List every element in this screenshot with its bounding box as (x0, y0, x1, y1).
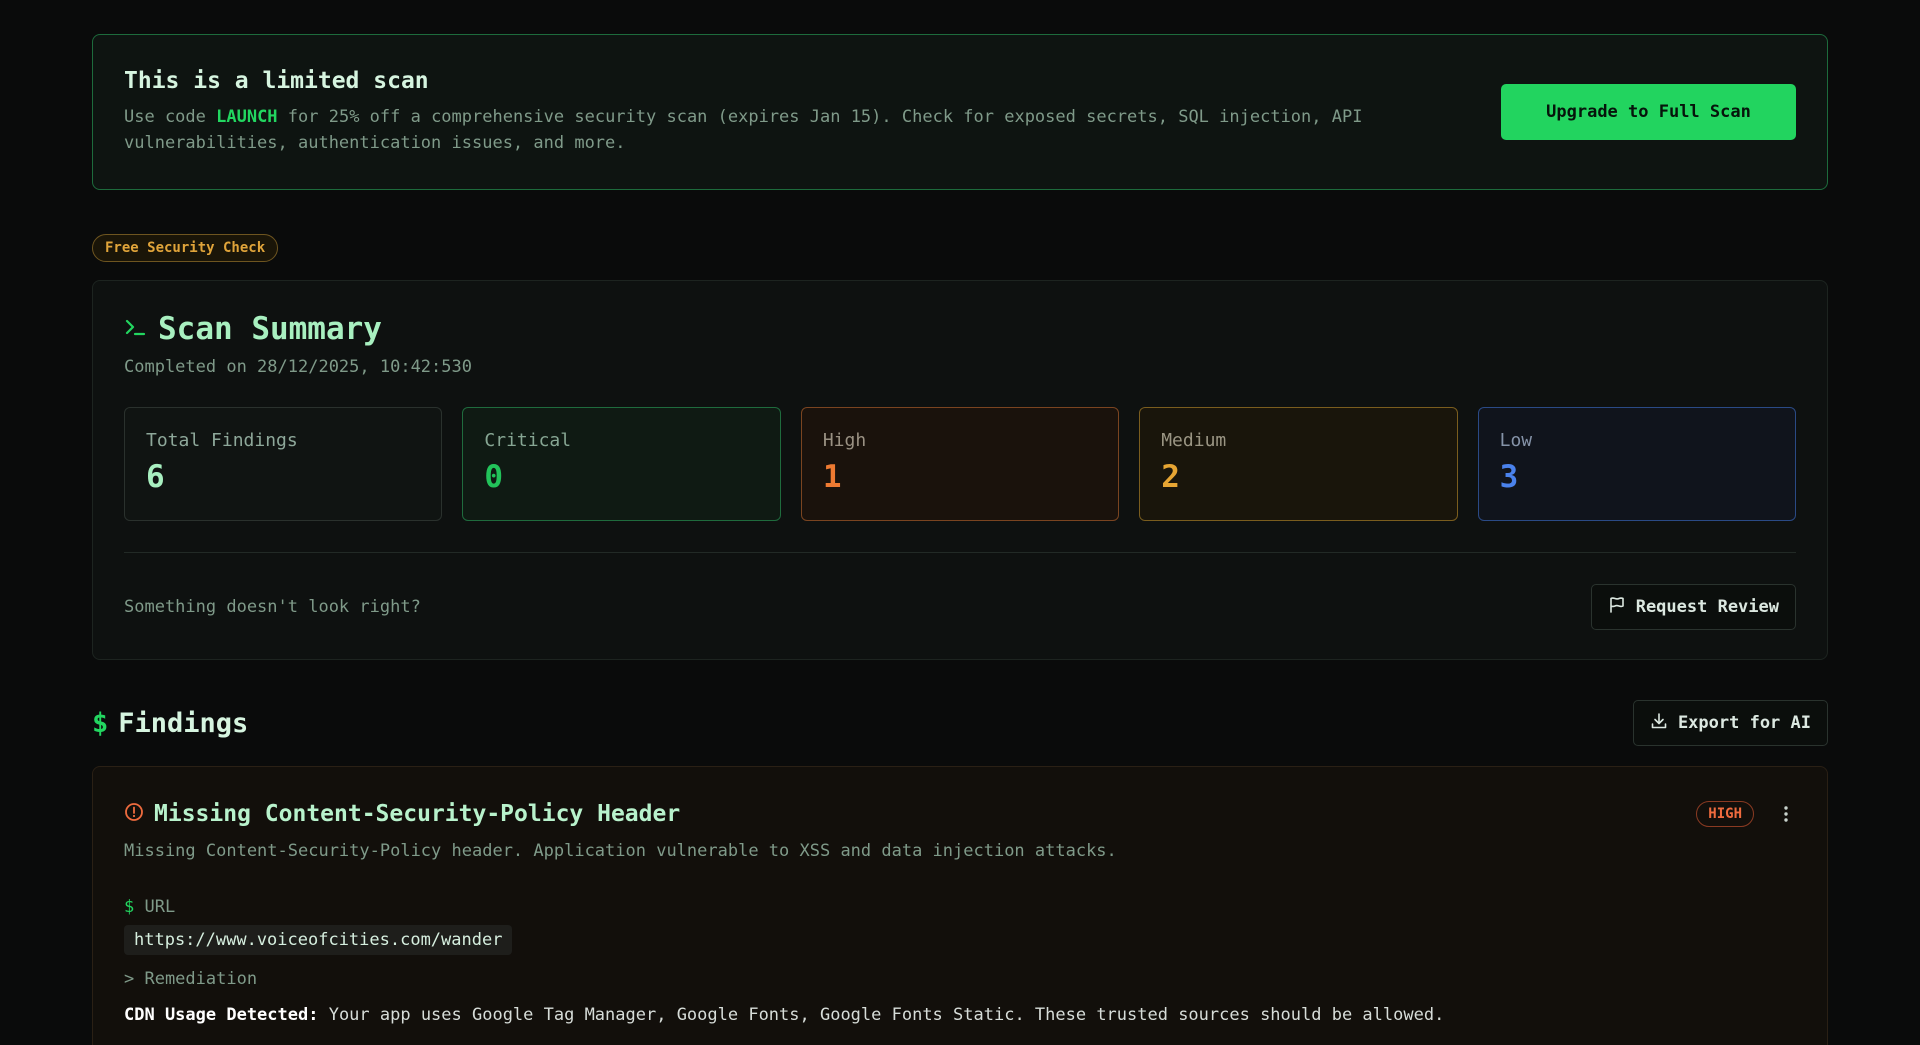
page: This is a limited scan Use code LAUNCH f… (0, 34, 1920, 1045)
scan-summary-card: Scan Summary Completed on 28/12/2025, 10… (92, 280, 1828, 660)
summary-header: Scan Summary (124, 311, 1796, 347)
request-review-label: Request Review (1635, 597, 1779, 617)
stat-value: 6 (146, 459, 165, 495)
findings-header: $ Findings Export for AI (92, 700, 1828, 746)
download-icon (1650, 712, 1668, 735)
findings-title: $ Findings (92, 708, 248, 739)
finding-url[interactable]: https://www.voiceofcities.com/wander (124, 925, 513, 955)
stat-label: High (822, 430, 867, 451)
remediation-label: > Remediation (124, 969, 258, 989)
finding-card: Missing Content-Security-Policy Header H… (92, 766, 1828, 1045)
terminal-prompt-icon (124, 316, 146, 342)
stat-high: High 1 (800, 407, 1120, 521)
promo-desc-before: Use code (124, 107, 217, 127)
upgrade-button[interactable]: Upgrade to Full Scan (1501, 84, 1796, 140)
url-dollar: $ (124, 897, 135, 917)
summary-completed-date: Completed on 28/12/2025, 10:42:530 (124, 357, 472, 377)
review-row: Something doesn't look right? Request Re… (124, 553, 1796, 661)
request-review-button[interactable]: Request Review (1590, 584, 1796, 630)
promo-description: Use code LAUNCH for 25% off a comprehens… (124, 104, 1414, 156)
finding-header: Missing Content-Security-Policy Header H… (124, 801, 1796, 827)
review-question: Something doesn't look right? (124, 597, 421, 617)
stat-label: Low (1499, 430, 1533, 451)
finding-title-wrap: Missing Content-Security-Policy Header (124, 801, 680, 827)
free-security-check-badge: Free Security Check (92, 234, 279, 262)
promo-text: This is a limited scan Use code LAUNCH f… (124, 68, 1414, 156)
flag-icon (1608, 596, 1626, 619)
finding-description: Missing Content-Security-Policy header. … (124, 841, 1117, 861)
findings-title-text: Findings (118, 707, 249, 739)
promo-banner: This is a limited scan Use code LAUNCH f… (92, 34, 1828, 190)
url-label-text: URL (134, 897, 176, 917)
stat-critical: Critical 0 (462, 407, 781, 521)
kebab-menu-icon[interactable] (1776, 802, 1796, 826)
promo-code: LAUNCH (216, 107, 278, 127)
severity-badge: HIGH (1696, 801, 1754, 827)
stat-label: Critical (484, 430, 572, 451)
alert-circle-icon (124, 802, 144, 826)
remediation-body: Your app uses Google Tag Manager, Google… (318, 1005, 1445, 1025)
stat-medium: Medium 2 (1139, 407, 1458, 521)
promo-title: This is a limited scan (124, 68, 429, 94)
remediation-bold: CDN Usage Detected: (124, 1005, 319, 1025)
url-label: $ URL (124, 897, 1796, 917)
stat-label: Medium (1161, 430, 1227, 451)
stat-low: Low 3 (1477, 407, 1797, 521)
stat-value: 3 (1499, 459, 1519, 495)
findings-dollar: $ (92, 707, 109, 739)
stats-row: Total Findings 6 Critical 0 High 1 Mediu… (124, 407, 1797, 521)
promo-desc-after: for 25% off a comprehensive security sca… (124, 107, 1363, 153)
stat-value: 2 (1161, 459, 1180, 495)
finding-title: Missing Content-Security-Policy Header (154, 801, 681, 827)
stat-label: Total Findings (146, 430, 298, 451)
stat-value: 0 (484, 459, 504, 495)
stat-total-findings: Total Findings 6 (124, 407, 443, 521)
export-for-ai-button[interactable]: Export for AI (1632, 700, 1828, 746)
finding-actions: HIGH (1696, 801, 1796, 827)
summary-title: Scan Summary (158, 311, 382, 347)
remediation-text: CDN Usage Detected: Your app uses Google… (124, 1005, 1796, 1025)
stat-value: 1 (822, 459, 842, 495)
export-label: Export for AI (1677, 713, 1811, 733)
